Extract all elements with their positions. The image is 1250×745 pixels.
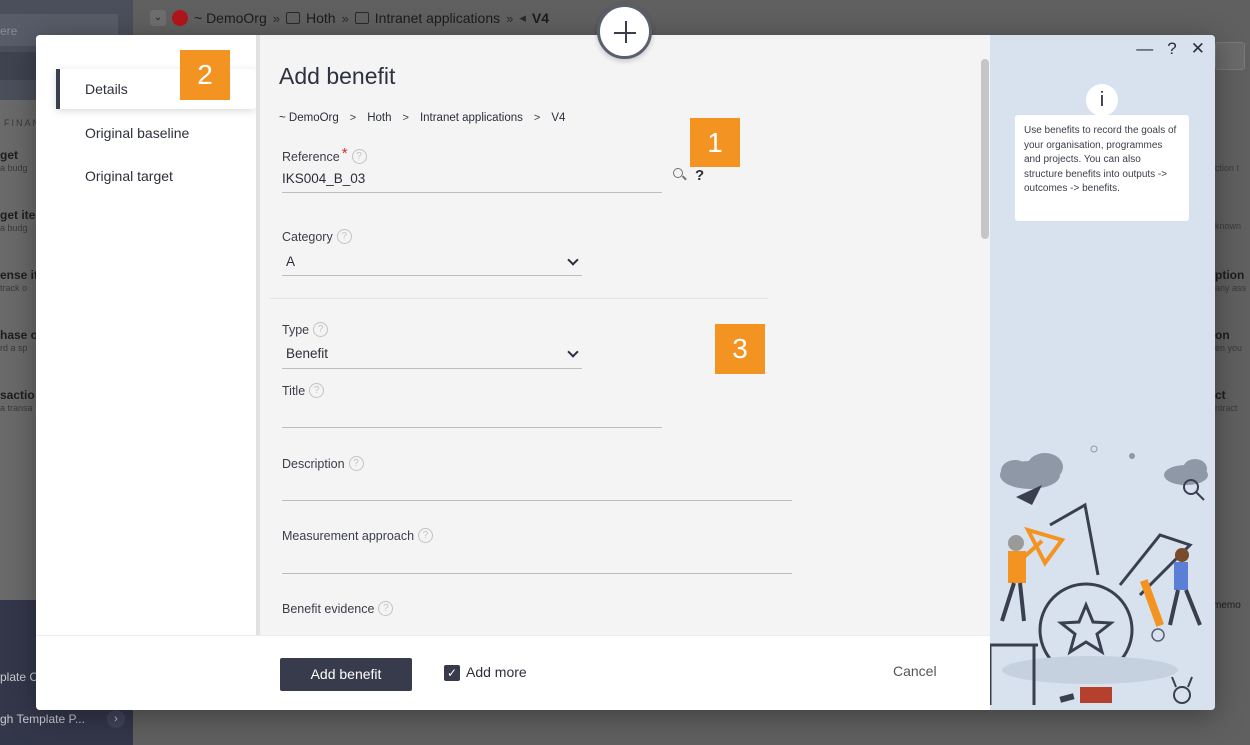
cancel-button[interactable]: Cancel <box>893 663 937 679</box>
help-icon[interactable]: ? <box>1167 39 1176 59</box>
reference-label: Reference * ? <box>282 145 367 165</box>
background-item: ct ntract <box>1215 388 1238 413</box>
org-logo-icon <box>172 10 188 26</box>
background-memo: memo <box>1213 600 1241 611</box>
minimize-icon[interactable]: — <box>1136 39 1153 59</box>
reference-underline <box>282 192 662 193</box>
dialog-footer: Add benefit ✓ Add more Cancel <box>36 635 990 710</box>
breadcrumb-item[interactable]: Intranet applications <box>420 112 523 124</box>
background-item: ction t <box>1215 163 1240 173</box>
background-breadcrumb: ⌄ ~ DemoOrg » Hoth » Intranet applicatio… <box>150 8 549 28</box>
frame-lines <box>1049 502 1193 597</box>
form-scrollbar[interactable] <box>981 59 989 239</box>
breadcrumb-separator: » <box>272 10 280 26</box>
background-button <box>1215 42 1245 70</box>
breadcrumb: ~ DemoOrg > Hoth > Intranet applications… <box>279 112 565 124</box>
medal-icon <box>1171 676 1193 704</box>
chevron-right-icon: > <box>533 112 541 124</box>
person-left <box>1000 535 1044 622</box>
info-card: Use benefits to record the goals of your… <box>1015 115 1189 221</box>
window-controls: — ? ✕ <box>1136 39 1205 59</box>
chevron-right-icon: › <box>107 710 125 728</box>
ground <box>1002 656 1178 684</box>
reference-help-button[interactable]: ? <box>695 167 704 184</box>
checkbox-checked-icon: ✓ <box>446 666 458 680</box>
title-label: Title ? <box>282 383 325 398</box>
background-item: on en you <box>1215 328 1243 353</box>
breadcrumb-item[interactable]: Hoth <box>367 112 391 124</box>
sidebar-item-original-target[interactable]: Original target <box>56 156 256 196</box>
title-underline <box>282 427 662 428</box>
required-marker: * <box>341 145 348 162</box>
chevron-down-icon[interactable] <box>567 254 579 266</box>
help-icon[interactable]: ? <box>348 456 364 471</box>
annotation-badge-1: 1 <box>690 118 740 167</box>
add-more-label[interactable]: Add more <box>466 664 527 680</box>
ruler-shape <box>1140 579 1164 627</box>
folder-icon <box>354 12 369 24</box>
bubble <box>1090 445 1098 453</box>
help-icon[interactable]: ? <box>309 383 325 398</box>
add-plus-button[interactable] <box>597 4 652 59</box>
chevron-down-icon: ⌄ <box>150 10 166 26</box>
reference-input[interactable]: IKS004_B_03 <box>282 171 365 186</box>
chevron-right-icon: > <box>349 112 357 124</box>
folder-icon <box>285 12 300 24</box>
benefit-evidence-label: Benefit evidence ? <box>282 601 394 616</box>
type-label: Type ? <box>282 322 329 337</box>
bubble <box>1151 628 1165 642</box>
page-title: Add benefit <box>279 63 396 89</box>
help-icon[interactable]: ? <box>418 528 434 543</box>
add-benefit-dialog: Details Original baseline Original targe… <box>36 35 1215 710</box>
add-more-checkbox[interactable]: ✓ <box>444 665 460 681</box>
measurement-approach-underline <box>282 573 792 574</box>
category-underline <box>282 275 582 276</box>
breadcrumb-item: Hoth <box>305 10 336 26</box>
form-area: Add benefit ~ DemoOrg > Hoth > Intranet … <box>256 35 990 635</box>
chevron-right-icon: > <box>402 112 409 124</box>
help-panel: — ? ✕ i Use benefits to record the goals… <box>990 35 1215 710</box>
breadcrumb-item[interactable]: V4 <box>551 112 565 124</box>
dialog-sidebar: Details Original baseline Original targe… <box>36 35 256 635</box>
annotation-badge-3: 3 <box>715 324 765 374</box>
measurement-approach-label: Measurement approach ? <box>282 528 434 543</box>
cloud-icon <box>1000 453 1063 489</box>
phone-icon <box>1059 693 1075 703</box>
description-underline <box>282 500 792 501</box>
bubble <box>1129 453 1135 459</box>
background-item: ption any ass <box>1215 268 1247 293</box>
category-label: Category ? <box>282 229 352 244</box>
caret-left-icon: ◂ <box>519 10 526 25</box>
toolbox-icon <box>1080 687 1112 703</box>
section-divider <box>270 298 768 299</box>
help-icon[interactable]: ? <box>351 149 367 164</box>
annotation-badge-2: 2 <box>180 50 230 100</box>
add-benefit-button[interactable]: Add benefit <box>280 658 412 691</box>
help-icon[interactable]: ? <box>336 229 352 244</box>
background-item: known <box>1215 221 1242 231</box>
star-icon <box>1056 601 1116 656</box>
breadcrumb-item: Intranet applications <box>374 10 501 26</box>
breadcrumb-separator: » <box>506 10 514 26</box>
breadcrumb-item: ~ DemoOrg <box>194 10 267 26</box>
type-underline <box>282 368 582 369</box>
info-icon: i <box>1086 84 1118 116</box>
close-icon[interactable]: ✕ <box>1191 39 1205 59</box>
search-icon[interactable] <box>673 168 687 182</box>
description-label: Description ? <box>282 456 364 471</box>
type-select[interactable]: Benefit <box>286 346 328 361</box>
breadcrumb-separator: » <box>341 10 349 26</box>
chevron-down-icon[interactable] <box>567 346 579 358</box>
help-icon[interactable]: ? <box>378 601 394 616</box>
breadcrumb-item: V4 <box>531 10 549 26</box>
help-icon[interactable]: ? <box>313 322 329 337</box>
category-select[interactable]: A <box>286 254 295 269</box>
sidebar-item-original-baseline[interactable]: Original baseline <box>56 113 256 153</box>
benefits-illustration <box>990 445 1208 705</box>
breadcrumb-item[interactable]: ~ DemoOrg <box>279 112 339 124</box>
